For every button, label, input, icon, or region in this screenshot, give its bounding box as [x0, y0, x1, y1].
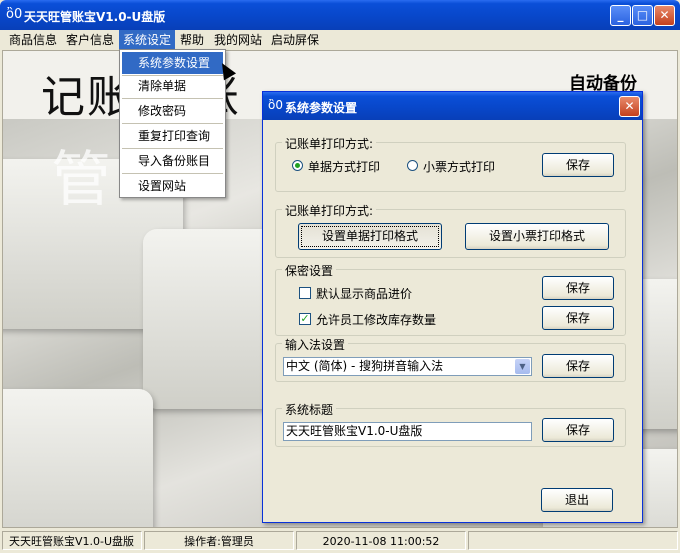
- status-datetime: 2020-11-08 11:00:52: [296, 531, 466, 550]
- dropdown-clear-documents[interactable]: 清除单据: [122, 75, 223, 97]
- maximize-button[interactable]: □: [632, 5, 653, 26]
- exit-button[interactable]: 退出: [541, 488, 613, 512]
- dropdown-change-password[interactable]: 修改密码: [122, 100, 223, 122]
- system-title-group: 系统标题 天天旺管账宝V1.0-U盘版 保存: [275, 401, 626, 447]
- print-mode-group-label: 记账单打印方式:: [282, 135, 377, 152]
- money-bag-icon: ὂ0: [6, 7, 23, 22]
- print-format-group-label: 记账单打印方式:: [282, 202, 377, 219]
- window-title: 天天旺管账宝V1.0-U盘版: [24, 10, 166, 24]
- radio-document-print[interactable]: [292, 160, 303, 171]
- watermark-glyph: 管: [51, 145, 111, 215]
- menu-system-settings[interactable]: 系统设定: [119, 30, 176, 50]
- dialog-close-button[interactable]: ✕: [619, 96, 640, 117]
- security-group: 保密设置 默认显示商品进价 保存 ✓ 允许员工修改库存数量 保存: [275, 262, 626, 336]
- save-ime-button[interactable]: 保存: [542, 354, 614, 378]
- dropdown-system-params[interactable]: 系统参数设置: [122, 52, 223, 74]
- dropdown-set-website[interactable]: 设置网站: [122, 175, 223, 197]
- dropdown-separator: [122, 173, 223, 174]
- system-params-dialog: ὂ0 系统参数设置 ✕ 记账单打印方式: 单据方式打印 小票方式打印 保存 记账…: [262, 91, 643, 523]
- dropdown-reprint-query[interactable]: 重复打印查询: [122, 125, 223, 147]
- status-empty: [468, 531, 678, 550]
- menu-help[interactable]: 帮助: [176, 30, 208, 50]
- close-button[interactable]: ✕: [654, 5, 675, 26]
- ime-select[interactable]: 中文 (简体) - 搜狗拼音输入法 ▼: [283, 357, 532, 376]
- main-titlebar[interactable]: ὂ0 天天旺管账宝V1.0-U盘版 _ □ ✕: [0, 0, 680, 30]
- status-operator: 操作者:管理员: [144, 531, 294, 550]
- menu-customer-info[interactable]: 客户信息: [62, 30, 118, 50]
- dropdown-separator: [122, 148, 223, 149]
- menubar: 商品信息 客户信息 系统设定 帮助 我的网站 启动屏保: [0, 30, 680, 50]
- menu-goods-info[interactable]: 商品信息: [5, 30, 61, 50]
- dropdown-separator: [122, 98, 223, 99]
- dialog-title: 系统参数设置: [285, 101, 358, 115]
- chevron-down-icon[interactable]: ▼: [515, 359, 530, 374]
- security-group-label: 保密设置: [282, 262, 337, 279]
- dialog-titlebar[interactable]: ὂ0 系统参数设置 ✕: [263, 92, 642, 120]
- menu-my-website[interactable]: 我的网站: [210, 30, 266, 50]
- allow-stock-edit-checkbox[interactable]: ✓: [299, 313, 311, 325]
- save-stock-edit-button[interactable]: 保存: [542, 306, 614, 330]
- allow-stock-edit-label[interactable]: 允许员工修改库存数量: [316, 311, 436, 328]
- radio-receipt-print[interactable]: [407, 160, 418, 171]
- dropdown-import-backup[interactable]: 导入备份账目: [122, 150, 223, 172]
- minimize-button[interactable]: _: [610, 5, 631, 26]
- set-document-format-button[interactable]: 设置单据打印格式: [298, 223, 442, 250]
- status-app-name: 天天旺管账宝V1.0-U盘版: [2, 531, 142, 550]
- print-format-group: 记账单打印方式: 设置单据打印格式 设置小票打印格式: [275, 202, 626, 258]
- ime-group: 输入法设置 中文 (简体) - 搜狗拼音输入法 ▼ 保存: [275, 336, 626, 382]
- show-cost-price-label[interactable]: 默认显示商品进价: [316, 285, 412, 302]
- radio-document-print-label[interactable]: 单据方式打印: [308, 158, 380, 175]
- show-cost-price-checkbox[interactable]: [299, 287, 311, 299]
- set-receipt-format-button[interactable]: 设置小票打印格式: [465, 223, 609, 250]
- print-mode-group: 记账单打印方式: 单据方式打印 小票方式打印 保存: [275, 135, 626, 192]
- statusbar: 天天旺管账宝V1.0-U盘版 操作者:管理员 2020-11-08 11:00:…: [0, 528, 680, 553]
- radio-receipt-print-label[interactable]: 小票方式打印: [423, 158, 495, 175]
- menu-screensaver[interactable]: 启动屏保: [267, 30, 323, 50]
- money-bag-icon: ὂ0: [268, 98, 283, 112]
- ime-group-label: 输入法设置: [282, 336, 349, 353]
- save-print-mode-button[interactable]: 保存: [542, 153, 614, 177]
- system-settings-dropdown: 系统参数设置 清除单据 修改密码 重复打印查询 导入备份账目 设置网站: [119, 49, 226, 198]
- save-system-title-button[interactable]: 保存: [542, 418, 614, 442]
- system-title-group-label: 系统标题: [282, 401, 337, 418]
- system-title-input[interactable]: 天天旺管账宝V1.0-U盘版: [283, 422, 532, 441]
- dropdown-separator: [122, 123, 223, 124]
- ime-select-value: 中文 (简体) - 搜狗拼音输入法: [286, 359, 444, 373]
- save-show-cost-button[interactable]: 保存: [542, 276, 614, 300]
